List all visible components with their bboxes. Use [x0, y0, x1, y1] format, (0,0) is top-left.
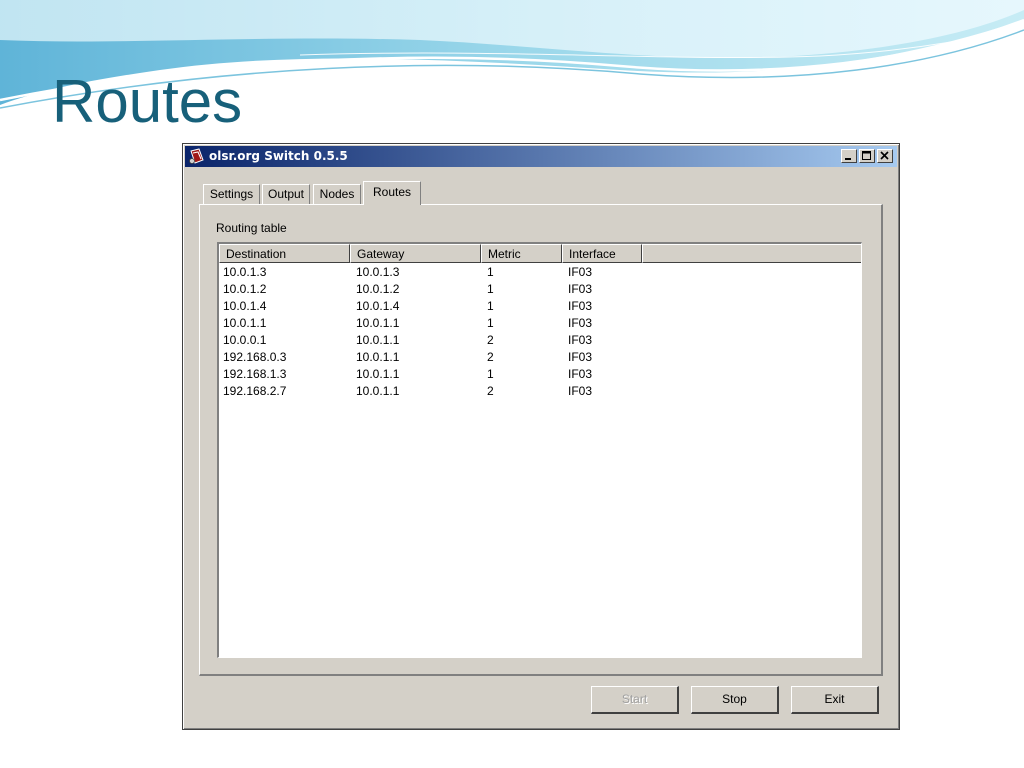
- table-row[interactable]: 10.0.1.3 10.0.1.3 1 IF03: [219, 264, 861, 281]
- cell-gateway: 10.0.1.4: [356, 299, 400, 313]
- cell-interface: IF03: [568, 282, 593, 296]
- column-header-metric[interactable]: Metric: [481, 244, 562, 263]
- cell-gateway: 10.0.1.2: [356, 282, 400, 296]
- exit-button[interactable]: Exit: [791, 686, 879, 714]
- cell-interface: IF03: [568, 265, 593, 279]
- table-row[interactable]: 192.168.1.3 10.0.1.1 1 IF03: [219, 366, 861, 383]
- cell-interface: IF03: [568, 384, 593, 398]
- cell-gateway: 10.0.1.3: [356, 265, 400, 279]
- cell-destination: 192.168.1.3: [223, 367, 287, 381]
- cell-interface: IF03: [568, 350, 593, 364]
- window-titlebar[interactable]: olsr.org Switch 0.5.5: [185, 146, 897, 167]
- routing-table-header: Destination Gateway Metric Interface: [219, 244, 861, 263]
- close-button[interactable]: [877, 149, 893, 163]
- minimize-icon: [845, 158, 851, 160]
- cell-interface: IF03: [568, 316, 593, 330]
- cell-interface: IF03: [568, 299, 593, 313]
- cell-destination: 10.0.1.3: [223, 265, 267, 279]
- column-header-interface[interactable]: Interface: [562, 244, 642, 263]
- table-row[interactable]: 10.0.1.1 10.0.1.1 1 IF03: [219, 315, 861, 332]
- routing-table-label: Routing table: [216, 221, 287, 235]
- window-title: olsr.org Switch 0.5.5: [209, 149, 348, 163]
- cell-metric: 1: [487, 367, 494, 381]
- cell-destination: 10.0.0.1: [223, 333, 267, 347]
- table-row[interactable]: 192.168.2.7 10.0.1.1 2 IF03: [219, 383, 861, 400]
- routes-tab-panel: Routing table Destination Gateway Metric…: [199, 204, 883, 676]
- stop-button[interactable]: Stop: [691, 686, 779, 714]
- cell-destination: 192.168.0.3: [223, 350, 287, 364]
- cell-destination: 10.0.1.1: [223, 316, 267, 330]
- app-icon: [189, 148, 204, 164]
- tab-settings[interactable]: Settings: [203, 184, 260, 204]
- tab-routes[interactable]: Routes: [363, 181, 421, 205]
- cell-destination: 10.0.1.2: [223, 282, 267, 296]
- table-row[interactable]: 10.0.1.2 10.0.1.2 1 IF03: [219, 281, 861, 298]
- cell-metric: 2: [487, 350, 494, 364]
- maximize-icon: [862, 151, 871, 160]
- app-window: olsr.org Switch 0.5.5 Settings Output No…: [182, 143, 900, 730]
- cell-metric: 1: [487, 265, 494, 279]
- start-button[interactable]: Start: [591, 686, 679, 714]
- slide-title: Routes: [52, 68, 243, 135]
- cell-destination: 10.0.1.4: [223, 299, 267, 313]
- cell-metric: 1: [487, 299, 494, 313]
- cell-metric: 1: [487, 282, 494, 296]
- column-header-filler: [642, 244, 861, 263]
- column-header-gateway[interactable]: Gateway: [350, 244, 481, 263]
- maximize-button[interactable]: [859, 149, 875, 163]
- table-row[interactable]: 192.168.0.3 10.0.1.1 2 IF03: [219, 349, 861, 366]
- cell-destination: 192.168.2.7: [223, 384, 287, 398]
- cell-gateway: 10.0.1.1: [356, 384, 400, 398]
- table-row[interactable]: 10.0.0.1 10.0.1.1 2 IF03: [219, 332, 861, 349]
- routing-table[interactable]: Destination Gateway Metric Interface 10.…: [217, 242, 862, 658]
- tab-output[interactable]: Output: [262, 184, 310, 204]
- close-icon: [880, 151, 889, 160]
- table-row[interactable]: 10.0.1.4 10.0.1.4 1 IF03: [219, 298, 861, 315]
- cell-gateway: 10.0.1.1: [356, 333, 400, 347]
- cell-gateway: 10.0.1.1: [356, 316, 400, 330]
- cell-metric: 2: [487, 384, 494, 398]
- cell-interface: IF03: [568, 367, 593, 381]
- minimize-button[interactable]: [841, 149, 857, 163]
- cell-metric: 2: [487, 333, 494, 347]
- cell-gateway: 10.0.1.1: [356, 350, 400, 364]
- cell-gateway: 10.0.1.1: [356, 367, 400, 381]
- cell-interface: IF03: [568, 333, 593, 347]
- tab-nodes[interactable]: Nodes: [313, 184, 361, 204]
- column-header-destination[interactable]: Destination: [219, 244, 350, 263]
- cell-metric: 1: [487, 316, 494, 330]
